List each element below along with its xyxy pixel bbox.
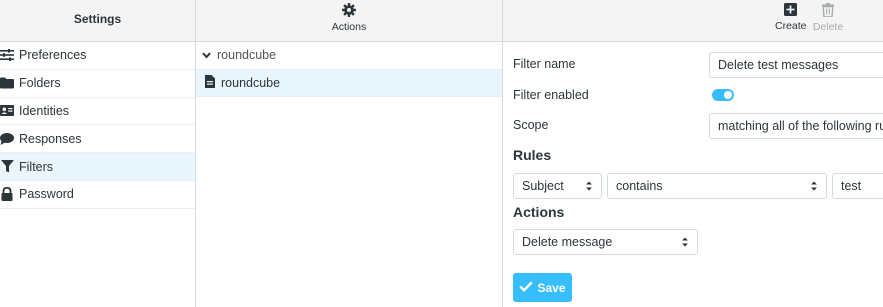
save-label: Save — [537, 280, 566, 295]
save-button[interactable]: Save — [513, 273, 572, 302]
filter-name-label: Filter name — [513, 57, 576, 71]
nav-item-folders[interactable]: Folders — [0, 70, 195, 98]
trash-icon — [812, 3, 844, 17]
filter-icon — [0, 160, 14, 174]
scope-label: Scope — [513, 118, 549, 132]
nav-item-password[interactable]: Password — [0, 181, 195, 209]
file-icon — [205, 74, 215, 91]
rule-value: test — [841, 179, 862, 193]
nav-item-label: Filters — [19, 159, 54, 174]
actions-heading: Actions — [513, 204, 565, 220]
nav-item-filters[interactable]: Filters — [0, 153, 195, 181]
filters-header: Actions — [196, 0, 502, 42]
select-arrow-icon — [681, 236, 689, 248]
rule-header-select[interactable]: Subject — [513, 173, 602, 199]
nav-item-label: Identities — [19, 103, 70, 118]
filter-row-label: roundcube — [221, 75, 281, 90]
filter-enabled-label: Filter enabled — [513, 88, 589, 102]
create-label: Create — [775, 20, 807, 32]
filter-enabled-toggle[interactable] — [712, 89, 734, 101]
settings-title: Settings — [73, 12, 122, 26]
filter-name-field[interactable]: Delete test messages — [709, 52, 883, 78]
nav-item-preferences[interactable]: Preferences — [0, 42, 195, 70]
filter-set-label: roundcube — [217, 48, 277, 63]
delete-label: Delete — [812, 21, 844, 33]
rule-operator-select[interactable]: contains — [607, 173, 827, 199]
settings-panel: Settings Preferences Folders Identities … — [0, 0, 196, 307]
rule-operator-value: contains — [616, 179, 663, 193]
select-arrow-icon — [810, 180, 818, 192]
scope-value: matching all of the following rules — [718, 119, 883, 133]
settings-nav: Preferences Folders Identities Responses… — [0, 42, 195, 209]
lock-icon — [0, 187, 14, 202]
check-icon — [519, 281, 534, 295]
nav-item-identities[interactable]: Identities — [0, 98, 195, 126]
gear-icon — [196, 3, 502, 17]
id-card-icon — [0, 104, 14, 118]
scope-select[interactable]: matching all of the following rules — [709, 113, 883, 139]
rules-heading: Rules — [513, 147, 552, 163]
filters-panel: Actions roundcube roundcube — [196, 0, 503, 307]
comment-icon — [0, 132, 14, 146]
nav-item-responses[interactable]: Responses — [0, 125, 195, 154]
nav-item-label: Preferences — [19, 48, 87, 63]
nav-item-label: Responses — [19, 131, 82, 146]
rule-value-field[interactable]: test — [832, 173, 883, 199]
delete-button[interactable]: Delete — [812, 3, 844, 33]
filter-name-value: Delete test messages — [718, 58, 839, 72]
settings-header: Settings — [0, 0, 195, 42]
select-arrow-icon — [585, 180, 593, 192]
folder-icon — [0, 76, 14, 90]
plus-square-icon — [775, 3, 805, 16]
editor-header: Create Delete — [503, 0, 883, 42]
create-button[interactable]: Create — [775, 3, 807, 32]
nav-item-label: Folders — [19, 76, 61, 91]
actions-button[interactable]: Actions — [196, 3, 502, 33]
chevron-down-icon — [202, 48, 211, 62]
nav-item-label: Password — [19, 187, 74, 202]
action-value: Delete message — [522, 235, 613, 249]
sliders-icon — [0, 48, 14, 62]
filter-set-row[interactable]: roundcube — [196, 42, 502, 70]
filter-editor: Create Delete Filter name Delete test me… — [503, 0, 883, 307]
filter-row[interactable]: roundcube — [196, 69, 502, 97]
action-select[interactable]: Delete message — [513, 229, 698, 255]
actions-label: Actions — [331, 21, 367, 33]
rule-header-value: Subject — [522, 179, 564, 193]
